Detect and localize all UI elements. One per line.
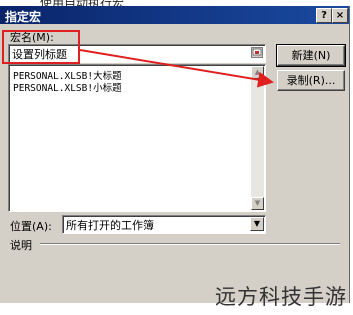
chevron-down-icon[interactable]: ▼ bbox=[250, 217, 264, 231]
close-button[interactable]: × bbox=[332, 8, 348, 23]
scroll-down-icon[interactable]: ▼ bbox=[251, 197, 264, 210]
watermark: 远方科技手游 bbox=[215, 285, 347, 309]
location-select[interactable]: 所有打开的工作簿 ▼ bbox=[62, 215, 266, 234]
description-label: 说明 bbox=[10, 239, 32, 252]
location-label: 位置(A): bbox=[10, 220, 52, 233]
help-button[interactable]: ? bbox=[316, 8, 332, 23]
list-item[interactable]: PERSONAL.XLSB!小标题 bbox=[13, 80, 122, 94]
description-divider bbox=[40, 243, 340, 245]
list-scrollbar[interactable]: ▲ ▼ bbox=[251, 66, 264, 210]
dialog-title: 指定宏 bbox=[5, 10, 42, 24]
range-picker-icon[interactable] bbox=[251, 47, 263, 58]
macro-list[interactable]: PERSONAL.XLSB!大标题 PERSONAL.XLSB!小标题 ▲ ▼ bbox=[8, 64, 266, 212]
record-button[interactable]: 录制(R)... bbox=[277, 70, 345, 91]
location-value: 所有打开的工作簿 bbox=[66, 219, 154, 232]
scroll-up-icon[interactable]: ▲ bbox=[251, 66, 264, 79]
annotation-highlight-box bbox=[2, 30, 80, 64]
title-bar: 指定宏 ? × bbox=[0, 6, 349, 24]
new-button[interactable]: 新建(N) bbox=[276, 44, 346, 67]
